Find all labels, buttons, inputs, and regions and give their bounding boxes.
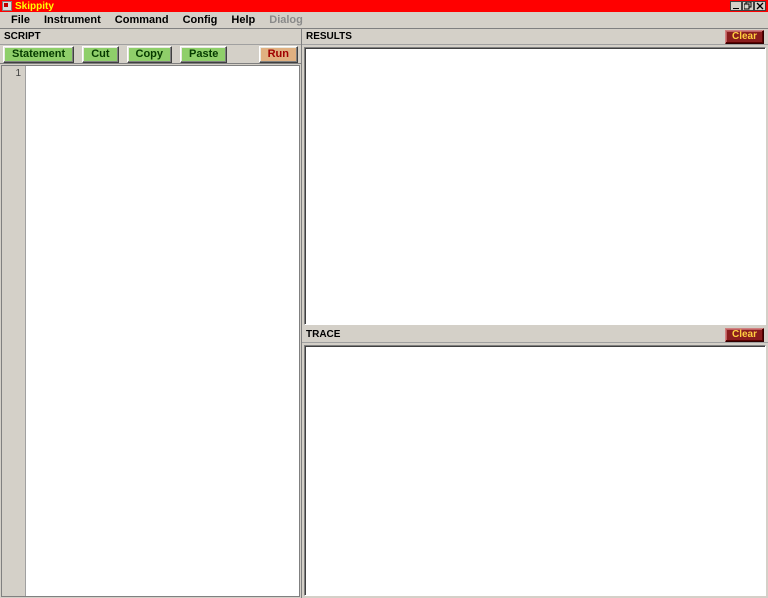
minimize-icon — [732, 2, 740, 10]
main-area: SCRIPT Statement Cut Copy Paste Run 1 RE… — [0, 29, 768, 598]
window-buttons — [730, 1, 766, 11]
script-panel-header: SCRIPT — [0, 29, 301, 45]
app-title: Skippity — [15, 1, 730, 12]
line-gutter: 1 — [2, 66, 26, 596]
script-editor-container: 1 — [1, 65, 300, 597]
close-button[interactable] — [754, 1, 766, 11]
results-panel-label: RESULTS — [306, 31, 352, 42]
menu-instrument[interactable]: Instrument — [37, 13, 108, 27]
statement-button[interactable]: Statement — [3, 46, 74, 63]
cut-button[interactable]: Cut — [82, 46, 118, 63]
paste-button[interactable]: Paste — [180, 46, 227, 63]
results-panel: RESULTS Clear — [302, 29, 768, 327]
right-column: RESULTS Clear TRACE Clear — [302, 29, 768, 598]
copy-button[interactable]: Copy — [127, 46, 173, 63]
menu-file[interactable]: File — [4, 13, 37, 27]
menu-dialog: Dialog — [262, 13, 310, 27]
title-bar: Skippity — [0, 0, 768, 12]
script-panel-label: SCRIPT — [4, 31, 41, 42]
menu-config[interactable]: Config — [176, 13, 225, 27]
app-icon — [2, 1, 12, 11]
menu-bar: File Instrument Command Config Help Dial… — [0, 12, 768, 29]
menu-help[interactable]: Help — [224, 13, 262, 27]
trace-clear-button[interactable]: Clear — [725, 328, 764, 342]
run-button[interactable]: Run — [259, 46, 298, 63]
trace-panel-header: TRACE Clear — [302, 327, 768, 343]
script-panel: SCRIPT Statement Cut Copy Paste Run 1 — [0, 29, 302, 598]
script-editor[interactable] — [26, 66, 299, 596]
trace-panel: TRACE Clear — [302, 327, 768, 598]
results-clear-button[interactable]: Clear — [725, 30, 764, 44]
script-toolbar: Statement Cut Copy Paste Run — [0, 45, 301, 64]
results-panel-header: RESULTS Clear — [302, 29, 768, 45]
restore-icon — [744, 2, 752, 10]
restore-button[interactable] — [742, 1, 754, 11]
minimize-button[interactable] — [730, 1, 742, 11]
trace-output[interactable] — [304, 345, 766, 596]
close-icon — [756, 2, 764, 10]
menu-command[interactable]: Command — [108, 13, 176, 27]
line-number-1: 1 — [2, 68, 21, 79]
results-output[interactable] — [304, 47, 766, 325]
trace-panel-label: TRACE — [306, 329, 340, 340]
